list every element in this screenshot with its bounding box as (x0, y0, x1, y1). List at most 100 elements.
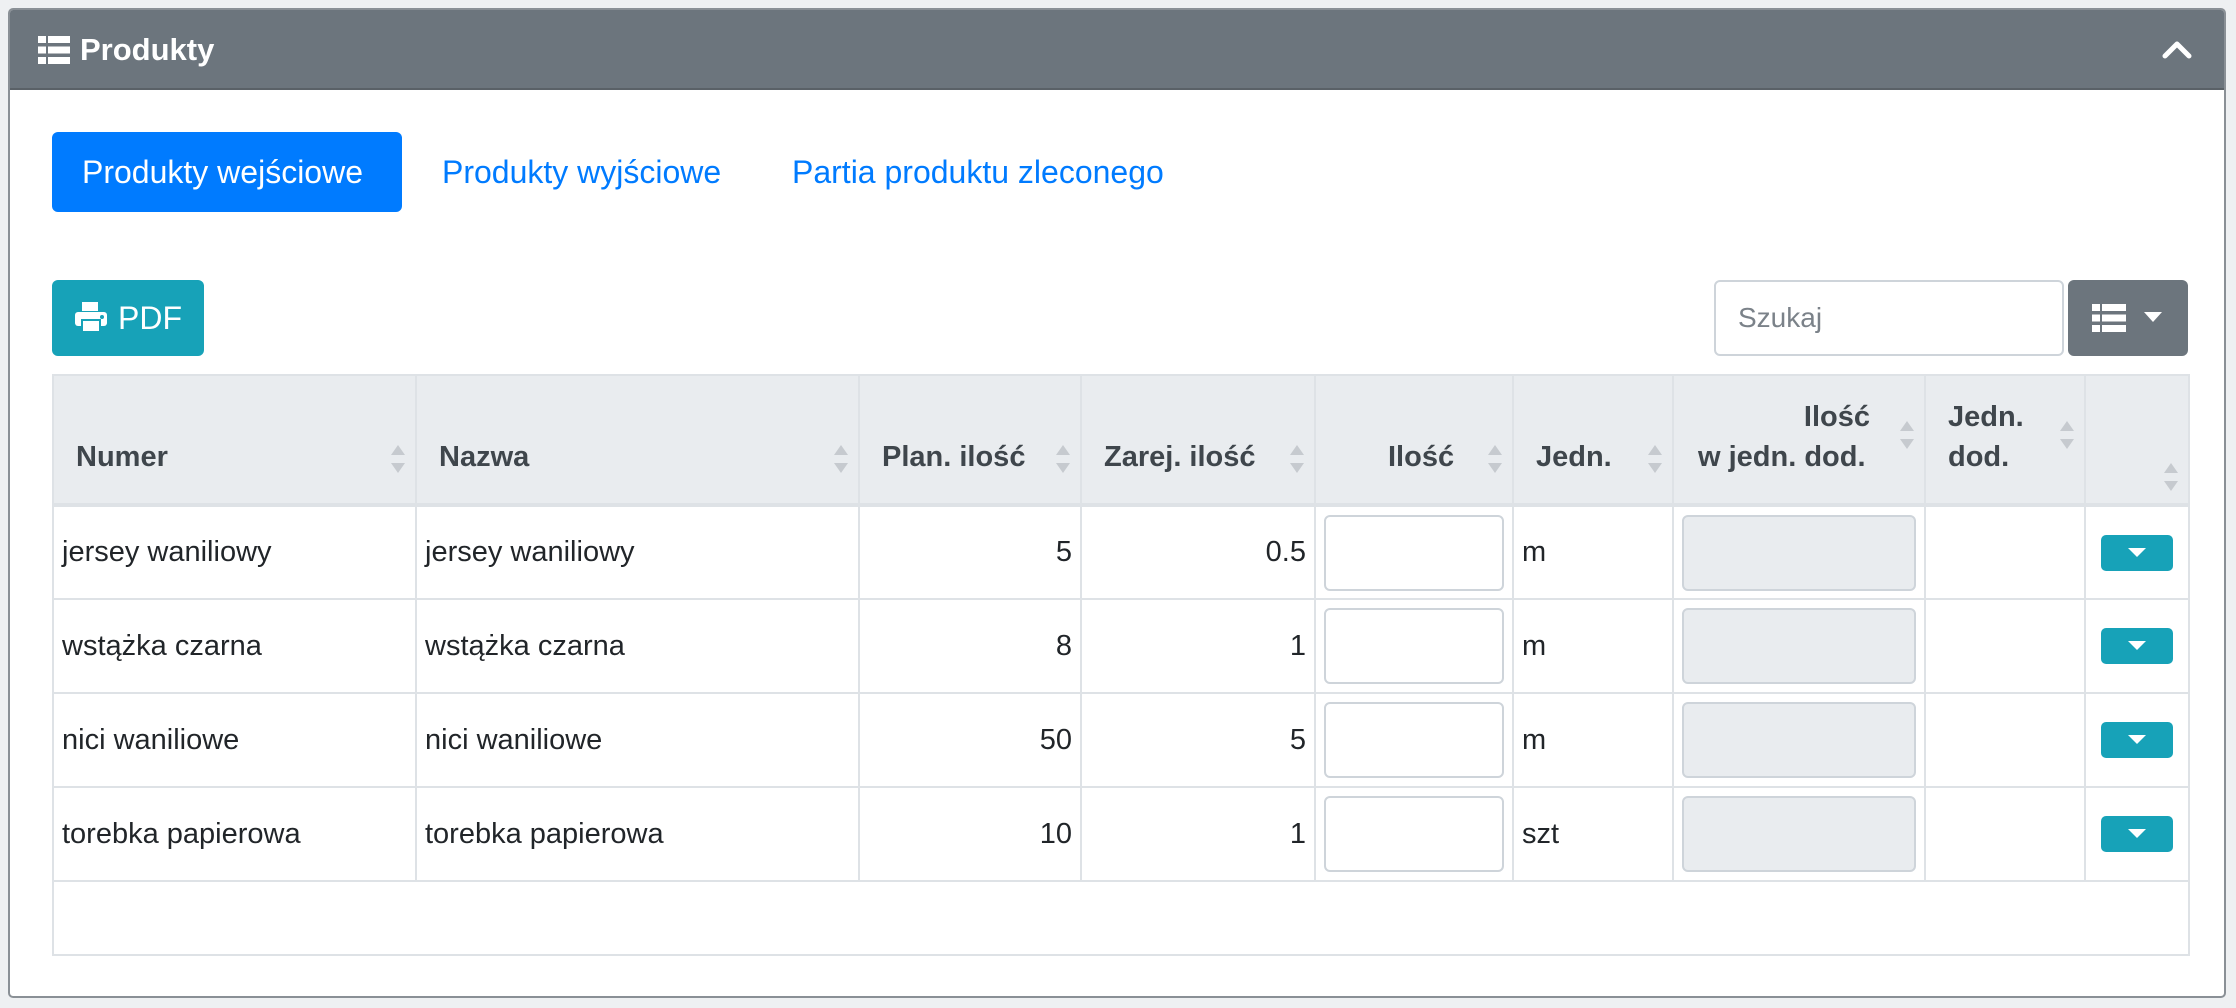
row-dropdown-button[interactable] (2101, 534, 2173, 571)
cell-nazwa: nici waniliowe (415, 692, 860, 788)
quantity-input[interactable] (1324, 796, 1504, 872)
caret-down-icon (2128, 735, 2146, 744)
pdf-button-label: PDF (118, 300, 182, 336)
search-placeholder: Szukaj (1738, 302, 1823, 333)
cell-jedn-dod (1924, 598, 2086, 694)
col-numer[interactable]: Numer (52, 374, 417, 507)
table-footer (52, 880, 2190, 956)
cell-nazwa: wstążka czarna (415, 598, 860, 694)
cell-plan-ilosc: 8 (858, 598, 1082, 694)
columns-toggle-button[interactable] (2068, 280, 2188, 356)
cell-jedn: szt (1512, 786, 1674, 882)
cell-jedn-dod (1924, 692, 2086, 788)
cell-nazwa: jersey waniliowy (415, 504, 860, 600)
cell-plan-ilosc: 5 (858, 504, 1082, 600)
col-zarej-ilosc[interactable]: Zarej. ilość (1080, 374, 1316, 507)
sort-icon (1900, 421, 1914, 451)
col-ilosc-dod-label-2: w jedn. dod. (1698, 441, 1866, 473)
quantity-input[interactable] (1324, 514, 1504, 591)
col-jedn-dod-label-1: Jedn. (1948, 401, 2024, 433)
list-icon (2092, 304, 2126, 332)
products-table: Numer Nazwa Plan. ilość Zarej. ilość Ilo… (52, 374, 2190, 956)
cell-actions (2084, 786, 2190, 882)
sort-icon (1648, 445, 1662, 475)
col-ilosc-label: Ilość (1388, 441, 1455, 473)
additional-unit-quantity-input (1682, 796, 1916, 872)
col-numer-label: Numer (76, 441, 168, 473)
sort-icon (1056, 445, 1070, 475)
sort-icon (2164, 463, 2178, 493)
sort-icon (1290, 445, 1304, 475)
cell-jedn-dod (1924, 504, 2086, 600)
cell-jedn: m (1512, 504, 1674, 600)
sort-icon (834, 445, 848, 475)
search-input[interactable]: Szukaj (1714, 280, 2064, 356)
card-header: Produkty (10, 10, 2224, 90)
cell-ilosc (1314, 598, 1514, 694)
col-jedn[interactable]: Jedn. (1512, 374, 1674, 507)
col-actions[interactable] (2084, 374, 2190, 507)
chevron-up-icon[interactable] (2160, 32, 2194, 66)
pdf-button[interactable]: PDF (52, 280, 204, 356)
cell-ilosc (1314, 692, 1514, 788)
sort-icon (391, 445, 405, 475)
cell-jedn: m (1512, 598, 1674, 694)
tab-produkty-wejsciowe[interactable]: Produkty wejściowe (52, 132, 402, 212)
col-ilosc-dod-label-1: Ilość (1803, 401, 1870, 433)
tab-produkty-wyjsciowe[interactable]: Produkty wyjściowe (442, 132, 721, 212)
cell-plan-ilosc: 50 (858, 692, 1082, 788)
caret-down-icon (2128, 641, 2146, 650)
printer-icon (75, 302, 107, 333)
row-dropdown-button[interactable] (2101, 628, 2173, 664)
cell-numer: torebka papierowa (52, 786, 417, 882)
quantity-input[interactable] (1324, 702, 1504, 778)
list-icon (38, 36, 70, 64)
cell-ilosc-jedn-dod (1672, 598, 1926, 694)
cell-ilosc-jedn-dod (1672, 692, 1926, 788)
col-plan-label: Plan. ilość (882, 441, 1026, 473)
cell-actions (2084, 692, 2190, 788)
table-row: wstążka czarna wstążka czarna 8 1 m (52, 598, 2190, 694)
cell-zarej-ilosc: 1 (1080, 598, 1316, 694)
quantity-input[interactable] (1324, 608, 1504, 684)
sort-icon (2060, 421, 2074, 451)
cell-zarej-ilosc: 0.5 (1080, 504, 1316, 600)
chevron-down-icon (2144, 312, 2162, 322)
additional-unit-quantity-input (1682, 514, 1916, 591)
col-jedn-dod-label-2: dod. (1948, 441, 2010, 473)
col-nazwa-label: Nazwa (439, 441, 530, 473)
row-dropdown-button[interactable] (2101, 722, 2173, 758)
col-ilosc-jedn-dod[interactable]: Ilość w jedn. dod. (1672, 374, 1926, 507)
cell-ilosc (1314, 504, 1514, 600)
row-dropdown-button[interactable] (2101, 816, 2173, 852)
card-title: Produkty (80, 32, 215, 67)
col-jedn-dod[interactable]: Jedn. dod. (1924, 374, 2086, 507)
cell-nazwa: torebka papierowa (415, 786, 860, 882)
cell-numer: jersey waniliowy (52, 504, 417, 600)
table-row: torebka papierowa torebka papierowa 10 1… (52, 786, 2190, 882)
cell-ilosc-jedn-dod (1672, 786, 1926, 882)
cell-ilosc (1314, 786, 1514, 882)
additional-unit-quantity-input (1682, 702, 1916, 778)
cell-numer: wstążka czarna (52, 598, 417, 694)
table-row: nici waniliowe nici waniliowe 50 5 m (52, 692, 2190, 788)
cell-actions (2084, 504, 2190, 600)
col-ilosc[interactable]: Ilość (1314, 374, 1514, 507)
sort-icon (1488, 445, 1502, 475)
table-row: jersey waniliowy jersey waniliowy 5 0.5 … (52, 504, 2190, 600)
cell-zarej-ilosc: 5 (1080, 692, 1316, 788)
cell-numer: nici waniliowe (52, 692, 417, 788)
col-plan-ilosc[interactable]: Plan. ilość (858, 374, 1082, 507)
products-card: Produkty Produkty wejściowe Produkty wyj… (8, 8, 2226, 998)
caret-down-icon (2128, 829, 2146, 838)
col-zarej-label: Zarej. ilość (1104, 441, 1256, 473)
cell-plan-ilosc: 10 (858, 786, 1082, 882)
cell-actions (2084, 598, 2190, 694)
col-nazwa[interactable]: Nazwa (415, 374, 860, 507)
additional-unit-quantity-input (1682, 608, 1916, 684)
table-header-row: Numer Nazwa Plan. ilość Zarej. ilość Ilo… (52, 374, 2190, 507)
cell-jedn-dod (1924, 786, 2086, 882)
cell-jedn: m (1512, 692, 1674, 788)
tab-partia-produktu-zleconego[interactable]: Partia produktu zleconego (792, 132, 1164, 212)
table-footer-row (52, 880, 2190, 956)
